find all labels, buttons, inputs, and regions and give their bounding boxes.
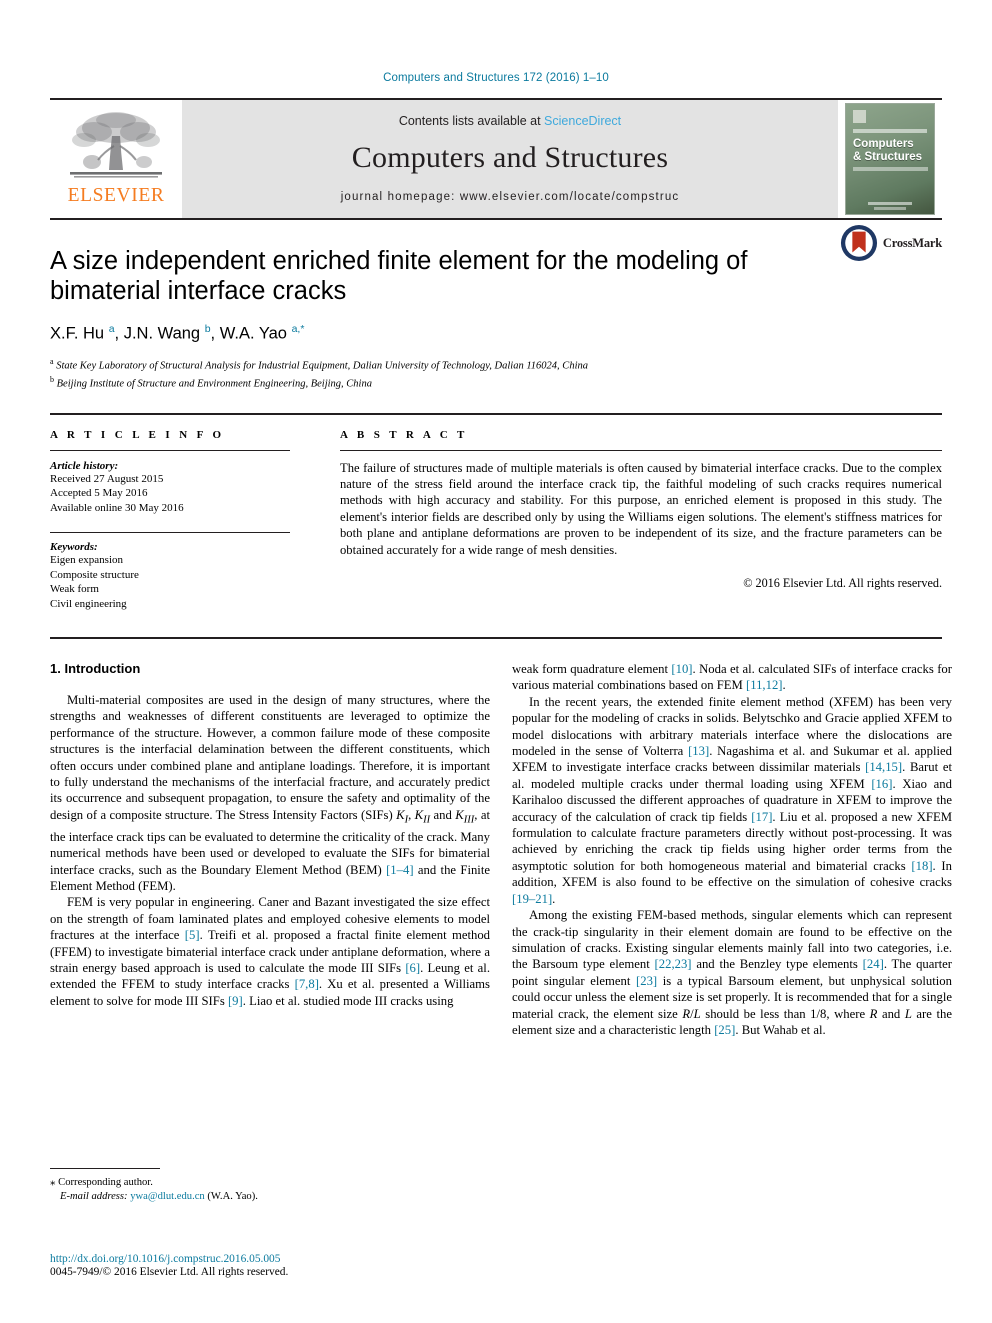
crossmark-icon <box>840 224 878 262</box>
email-label: E-mail address: <box>60 1191 128 1202</box>
cover-footer-bar <box>868 202 912 205</box>
sciencedirect-link[interactable]: ScienceDirect <box>544 114 621 128</box>
info-abstract-area: A R T I C L E I N F O Article history: R… <box>50 412 942 612</box>
elsevier-logo: ELSEVIER <box>50 100 182 218</box>
affiliation-b: b Beijing Institute of Structure and Env… <box>50 374 372 390</box>
corresponding-author-text: Corresponding author. <box>58 1177 153 1188</box>
history-item: Accepted 5 May 2016 <box>50 487 148 499</box>
body-paragraph: Multi-material composites are used in th… <box>50 693 491 893</box>
body-paragraph: FEM is very popular in engineering. Cane… <box>50 895 491 1008</box>
cover-footer-bar-2 <box>874 207 906 210</box>
doi-link[interactable]: http://dx.doi.org/10.1016/j.compstruc.20… <box>50 1253 288 1265</box>
masthead-center: Contents lists available at ScienceDirec… <box>182 100 838 218</box>
contents-prefix: Contents lists available at <box>398 113 545 128</box>
corresponding-author-marker: ⁎ <box>50 1176 56 1188</box>
cover-logo-square <box>853 110 866 123</box>
body-column-right: weak form quadrature element [10]. Noda … <box>512 661 952 1038</box>
affiliation-a-text: State Key Laboratory of Structural Analy… <box>56 360 588 371</box>
email-owner: (W.A. Yao). <box>207 1191 258 1202</box>
corresponding-author-line: ⁎ Corresponding author. <box>50 1175 490 1190</box>
article-info-heading: A R T I C L E I N F O <box>50 428 225 441</box>
issn-copyright-line: 0045-7949/© 2016 Elsevier Ltd. All right… <box>50 1266 289 1278</box>
journal-title: Computers and Structures <box>351 140 669 174</box>
title-block: CrossMark A size independent enriched fi… <box>50 218 942 391</box>
crossmark-label: CrossMark <box>882 235 942 250</box>
crossmark-badge[interactable]: CrossMark <box>840 224 942 262</box>
elsevier-wordmark: ELSEVIER <box>67 185 165 206</box>
journal-homepage-link[interactable]: journal homepage: www.elsevier.com/locat… <box>341 191 680 203</box>
keywords-rule <box>50 532 290 533</box>
elsevier-tree-icon <box>64 106 168 184</box>
abstract-column: A B S T R A C T The failure of structure… <box>340 429 942 612</box>
abstract-copyright: © 2016 Elsevier Ltd. All rights reserved… <box>743 575 942 590</box>
section-heading-introduction: 1. Introduction <box>50 661 141 676</box>
page-title: A size independent enriched finite eleme… <box>50 247 748 305</box>
contents-available-line: Contents lists available at ScienceDirec… <box>399 114 621 128</box>
keyword-item: Civil engineering <box>50 597 127 610</box>
abstract-rule <box>340 449 942 451</box>
body-columns: 1. Introduction Multi-material composite… <box>50 637 952 1038</box>
body-paragraph: In the recent years, the extended finite… <box>512 694 952 906</box>
footnote-rule <box>50 1168 160 1169</box>
running-head: Computers and Structures 172 (2016) 1–10 <box>383 72 609 84</box>
article-page: Computers and Structures 172 (2016) 1–10 <box>0 0 992 1323</box>
keyword-item: Weak form <box>50 583 99 595</box>
cover-subtitle-bar <box>853 167 928 171</box>
cover-microtext-line <box>853 129 927 133</box>
cover-title-line2: & Structures <box>853 151 923 163</box>
body-column-left: 1. Introduction Multi-material composite… <box>50 661 490 1038</box>
abstract-heading: A B S T R A C T <box>340 428 468 441</box>
keyword-item: Eigen expansion <box>50 554 124 566</box>
author-list: X.F. Hu a, J.N. Wang b, W.A. Yao a,* <box>50 323 305 343</box>
cover-title-line1: Computers <box>853 138 914 150</box>
email-line: E-mail address: ywa@dlut.edu.cn (W.A. Ya… <box>50 1190 490 1204</box>
affiliation-a: a State Key Laboratory of Structural Ana… <box>50 356 588 372</box>
abstract-text: The failure of structures made of multip… <box>340 460 942 557</box>
footer-identifiers: http://dx.doi.org/10.1016/j.compstruc.20… <box>50 1253 288 1278</box>
article-info-rule <box>50 449 290 451</box>
keywords-label: Keywords: <box>50 541 98 553</box>
email-link[interactable]: ywa@dlut.edu.cn <box>130 1191 204 1202</box>
journal-cover-thumbnail[interactable]: Computers & Structures <box>838 100 942 218</box>
history-item: Available online 30 May 2016 <box>50 501 184 514</box>
body-paragraph: weak form quadrature element [10]. Noda … <box>512 662 952 693</box>
history-item: Received 27 August 2015 <box>50 472 164 485</box>
cover-image: Computers & Structures <box>845 103 935 215</box>
affiliation-b-text: Beijing Institute of Structure and Envir… <box>56 378 372 389</box>
article-history-label: Article history: <box>50 459 119 472</box>
keyword-item: Composite structure <box>50 568 139 581</box>
article-info-column: A R T I C L E I N F O Article history: R… <box>50 429 290 612</box>
journal-masthead: ELSEVIER Contents lists available at Sci… <box>50 98 942 218</box>
corresponding-author-footnote: ⁎ Corresponding author. E-mail address: … <box>50 1168 490 1204</box>
body-paragraph: Among the existing FEM-based methods, si… <box>512 908 953 1037</box>
